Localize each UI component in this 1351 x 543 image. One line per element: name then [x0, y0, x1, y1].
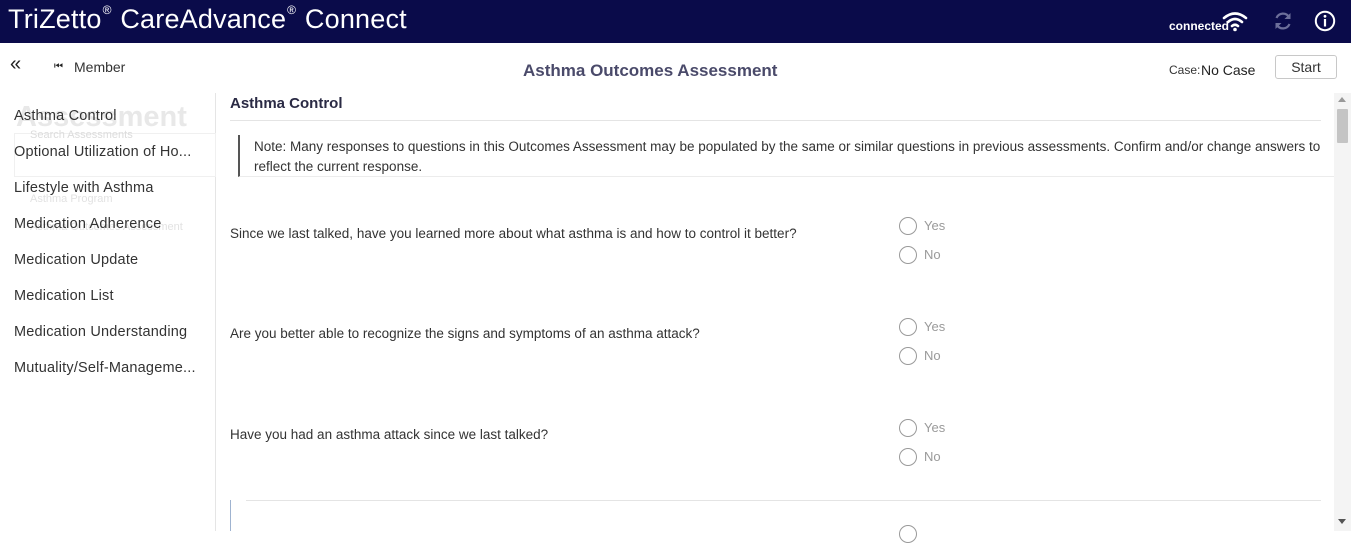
section-sidebar: Assessment Search Assessments Asthma Pro… — [0, 93, 216, 531]
sidebar-item-medication-adherence[interactable]: Medication Adherence — [14, 216, 204, 232]
radio-button[interactable] — [899, 419, 917, 437]
sidebar-item-lifestyle[interactable]: Lifestyle with Asthma — [14, 180, 204, 196]
radio-button[interactable] — [899, 525, 917, 543]
wifi-icon — [1222, 12, 1248, 32]
radio-label: No — [924, 449, 941, 464]
connection-status: connected — [1169, 19, 1230, 33]
brand-mark-2: ® — [287, 3, 297, 17]
case-value: No Case — [1201, 62, 1256, 78]
assessment-content: Asthma Control Note: Many responses to q… — [216, 93, 1351, 543]
member-link[interactable]: Member — [74, 59, 125, 75]
start-button[interactable]: Start — [1275, 55, 1337, 79]
brand-part-2: CareAdvance — [120, 4, 287, 34]
radio-label: Yes — [924, 420, 946, 435]
question-text: Since we last talked, have you learned m… — [230, 226, 797, 241]
radio-button[interactable] — [899, 347, 917, 365]
radio-label: Yes — [924, 319, 946, 334]
subsection-indicator — [230, 500, 231, 531]
radio-label: No — [924, 348, 941, 363]
radio-button[interactable] — [899, 246, 917, 264]
question-text: Are you better able to recognize the sig… — [230, 326, 700, 341]
subsection-divider — [246, 500, 1321, 501]
sidebar-item-medication-list[interactable]: Medication List — [14, 288, 204, 304]
sidebar-item-mutuality[interactable]: Mutuality/Self-Manageme... — [14, 360, 204, 376]
app-header: TriZetto® CareAdvance® Connect connected — [0, 0, 1351, 43]
app-brand: TriZetto® CareAdvance® Connect — [8, 3, 407, 35]
sync-icon[interactable] — [1271, 9, 1295, 33]
brand-part-3: Connect — [304, 4, 407, 34]
scrollbar-thumb[interactable] — [1337, 109, 1348, 143]
sidebar-item-asthma-control[interactable]: Asthma Control — [14, 108, 204, 124]
scroll-down-arrow-icon[interactable] — [1338, 519, 1346, 524]
sidebar-item-optional-utilization[interactable]: Optional Utilization of Ho... — [14, 144, 204, 160]
assessment-note: Note: Many responses to questions in thi… — [238, 135, 1334, 177]
sidebar-item-medication-update[interactable]: Medication Update — [14, 252, 204, 268]
case-label: Case: — [1169, 63, 1201, 77]
section-title: Asthma Control — [230, 95, 343, 112]
collapse-sidebar-icon[interactable]: « — [10, 54, 21, 74]
radio-label: Yes — [924, 218, 946, 233]
member-back-icon[interactable]: ⏮ — [54, 61, 63, 72]
section-divider — [230, 120, 1321, 121]
radio-button[interactable] — [899, 318, 917, 336]
radio-button[interactable] — [899, 217, 917, 235]
brand-part-1: TriZetto — [8, 4, 102, 34]
question-text: Have you had an asthma attack since we l… — [230, 427, 549, 442]
radio-button[interactable] — [899, 448, 917, 466]
sidebar-item-medication-understanding[interactable]: Medication Understanding — [14, 324, 204, 340]
content-scrollbar[interactable] — [1334, 93, 1351, 531]
assessment-toolbar: « ⏮ Member Asthma Outcomes Assessment Ca… — [0, 43, 1351, 93]
radio-label: No — [924, 247, 941, 262]
page-title: Asthma Outcomes Assessment — [523, 61, 778, 80]
ghost-search-text: Search Assessments — [30, 129, 133, 141]
scroll-up-arrow-icon[interactable] — [1338, 97, 1346, 102]
brand-mark: ® — [102, 3, 112, 17]
info-icon[interactable] — [1314, 10, 1336, 32]
